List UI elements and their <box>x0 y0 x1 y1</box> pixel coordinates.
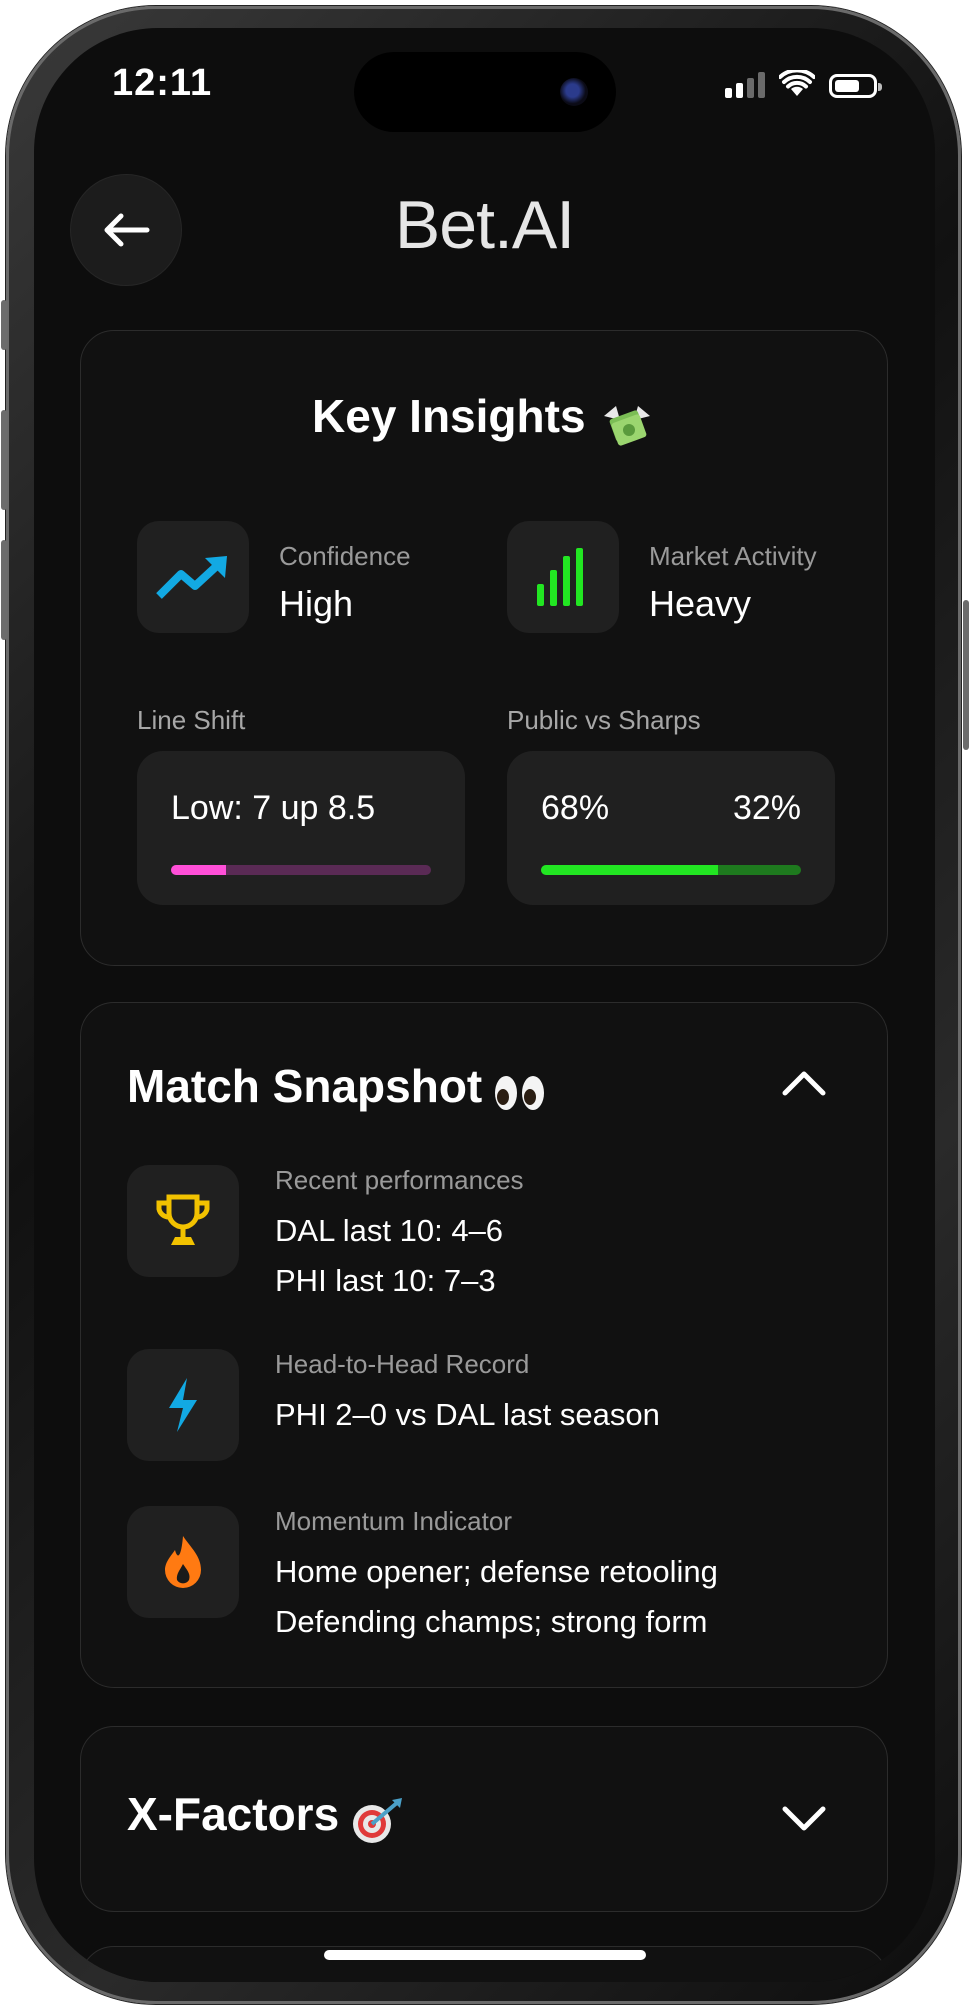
confidence-label: Confidence <box>279 541 411 571</box>
flying-money-icon <box>603 405 650 446</box>
chevron-down-icon[interactable] <box>781 1805 827 1833</box>
public-vs-sharps-bar <box>541 865 801 875</box>
market-activity-label: Market Activity <box>649 541 817 571</box>
x-factors-title: X-Factors <box>127 1788 340 1840</box>
x-factors-card[interactable]: X-Factors <box>80 1726 888 1912</box>
line-shift-bar-fill <box>171 865 226 875</box>
public-vs-sharps-bar-fill <box>541 865 718 875</box>
cellular-signal-icon <box>725 72 765 98</box>
screen: 12:11 Bet.AI Key Insights Confidence Hig… <box>34 28 935 1982</box>
match-snapshot-card: Match Snapshot Recent performances DAL l… <box>80 1002 888 1688</box>
bar-chart-icon <box>537 548 583 606</box>
trophy-icon <box>156 1194 210 1245</box>
lightning-icon-box <box>127 1349 239 1461</box>
status-time: 12:11 <box>112 62 213 104</box>
side-button <box>1 300 7 350</box>
public-vs-sharps-box: 68% 32% <box>507 751 835 905</box>
public-percent: 68% <box>541 789 610 827</box>
match-snapshot-header[interactable]: Match Snapshot <box>127 1059 841 1119</box>
momentum-line-2: Defending champs; strong form <box>275 1604 708 1639</box>
key-insights-heading: Key Insights <box>81 389 887 450</box>
volume-up-button <box>1 410 7 510</box>
status-icons <box>725 68 882 98</box>
battery-icon <box>829 74 882 98</box>
camera-lens <box>560 78 588 106</box>
match-snapshot-title: Match Snapshot <box>127 1060 483 1112</box>
head-to-head-line-1: PHI 2–0 vs DAL last season <box>275 1397 660 1432</box>
recent-performances-line-1: DAL last 10: 4–6 <box>275 1213 504 1248</box>
dynamic-island <box>354 52 616 132</box>
flame-icon-box <box>127 1506 239 1618</box>
lightning-icon <box>169 1378 197 1432</box>
key-insights-card: Key Insights Confidence High Market Acti… <box>80 330 888 966</box>
confidence-icon-box <box>137 521 249 633</box>
market-icon-box <box>507 521 619 633</box>
x-factors-header: X-Factors <box>127 1787 404 1846</box>
power-button <box>963 600 969 750</box>
confidence-value: High <box>279 583 354 624</box>
line-shift-label: Line Shift <box>137 705 246 735</box>
momentum-line-1: Home opener; defense retooling <box>275 1554 718 1589</box>
head-to-head-label: Head-to-Head Record <box>275 1349 530 1379</box>
trophy-icon-box <box>127 1165 239 1277</box>
wifi-icon <box>779 70 815 96</box>
momentum-label: Momentum Indicator <box>275 1506 512 1536</box>
public-vs-sharps-label: Public vs Sharps <box>507 705 701 735</box>
recent-performances-line-2: PHI last 10: 7–3 <box>275 1263 496 1298</box>
trending-up-icon <box>156 556 227 599</box>
flame-icon <box>165 1536 201 1588</box>
line-shift-box: Low: 7 up 8.5 <box>137 751 465 905</box>
line-shift-bar <box>171 865 431 875</box>
sharps-percent: 32% <box>732 789 801 827</box>
key-insights-title: Key Insights <box>312 390 586 442</box>
recent-performances-label: Recent performances <box>275 1165 524 1195</box>
home-indicator[interactable] <box>324 1950 646 1960</box>
volume-down-button <box>1 540 7 640</box>
eyes-icon <box>494 1075 544 1110</box>
app-title: Bet.AI <box>394 187 575 263</box>
line-shift-value: Low: 7 up 8.5 <box>171 789 376 827</box>
chevron-up-icon[interactable] <box>781 1069 827 1097</box>
market-activity-value: Heavy <box>649 583 752 624</box>
target-icon <box>352 1797 402 1843</box>
